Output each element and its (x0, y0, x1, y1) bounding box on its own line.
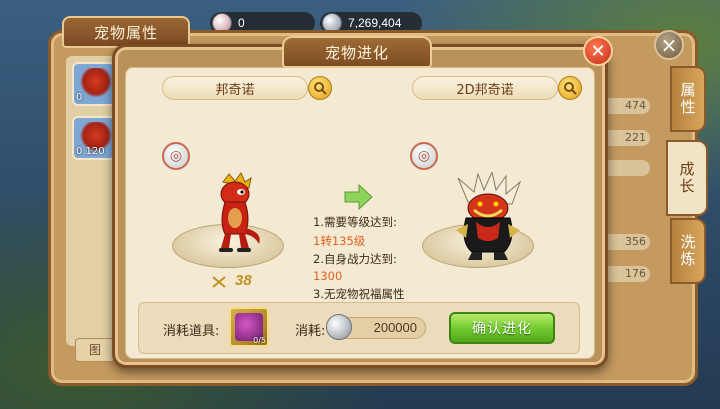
tab-growth[interactable]: 成长 (666, 140, 708, 216)
handbook-button[interactable]: 图 (75, 338, 115, 362)
pet-level-badge: 0 120 (76, 146, 105, 157)
confirm-evolve-button[interactable]: 确认进化 (449, 312, 555, 344)
pet-list-item[interactable]: 0 120 (72, 116, 116, 160)
silver-coin-icon (326, 314, 352, 340)
current-pet-sprite (219, 172, 260, 252)
requirement-blessing-label: 3.无宠物祝福属性 (313, 287, 405, 301)
pet-rank-badge-icon: ◎ (410, 142, 438, 170)
cost-label: 消耗: (295, 324, 326, 339)
requirement-level-label: 1.需要等级达到: (313, 215, 397, 229)
close-icon: ✕ (590, 40, 606, 62)
tab-attributes[interactable]: 属性 (670, 66, 706, 132)
evolve-arrow-icon (344, 184, 373, 210)
evolved-pet-sprite (456, 172, 522, 260)
pet-thumbnail (80, 68, 112, 98)
evolved-pet-name: 2D邦奇诺 (412, 76, 558, 100)
pet-list-item[interactable]: 0 (72, 62, 116, 106)
magnifier-icon (564, 82, 577, 95)
tab-refine[interactable]: 洗炼 (670, 218, 706, 284)
cost-item-label: 消耗道具: (163, 324, 220, 339)
requirement-power-value: 1300 (313, 269, 343, 283)
current-pet-name: 邦奇诺 (162, 76, 308, 100)
diamond-value: 0 (238, 16, 245, 30)
silver-value: 7,269,404 (348, 16, 402, 30)
dialog-title: 宠物进化 (282, 36, 432, 68)
magnifier-icon (314, 82, 327, 95)
pet-rank-badge-icon: ◎ (162, 142, 190, 170)
requirement-level-value: 1转135级 (313, 234, 366, 248)
level-swords-icon (212, 276, 226, 288)
requirement-power-label: 2.自身战力达到: (313, 252, 397, 266)
cost-item-slot[interactable]: 0/5 (229, 307, 269, 347)
close-button[interactable]: ✕ (583, 36, 613, 66)
view-evolved-pet-button[interactable] (558, 76, 582, 100)
back-panel-close-button[interactable]: × (654, 30, 684, 60)
view-current-pet-button[interactable] (308, 76, 332, 100)
item-count: 0/5 (253, 336, 266, 345)
pet-level-badge: 0 (76, 92, 83, 103)
current-pet-level: 38 (235, 272, 252, 289)
